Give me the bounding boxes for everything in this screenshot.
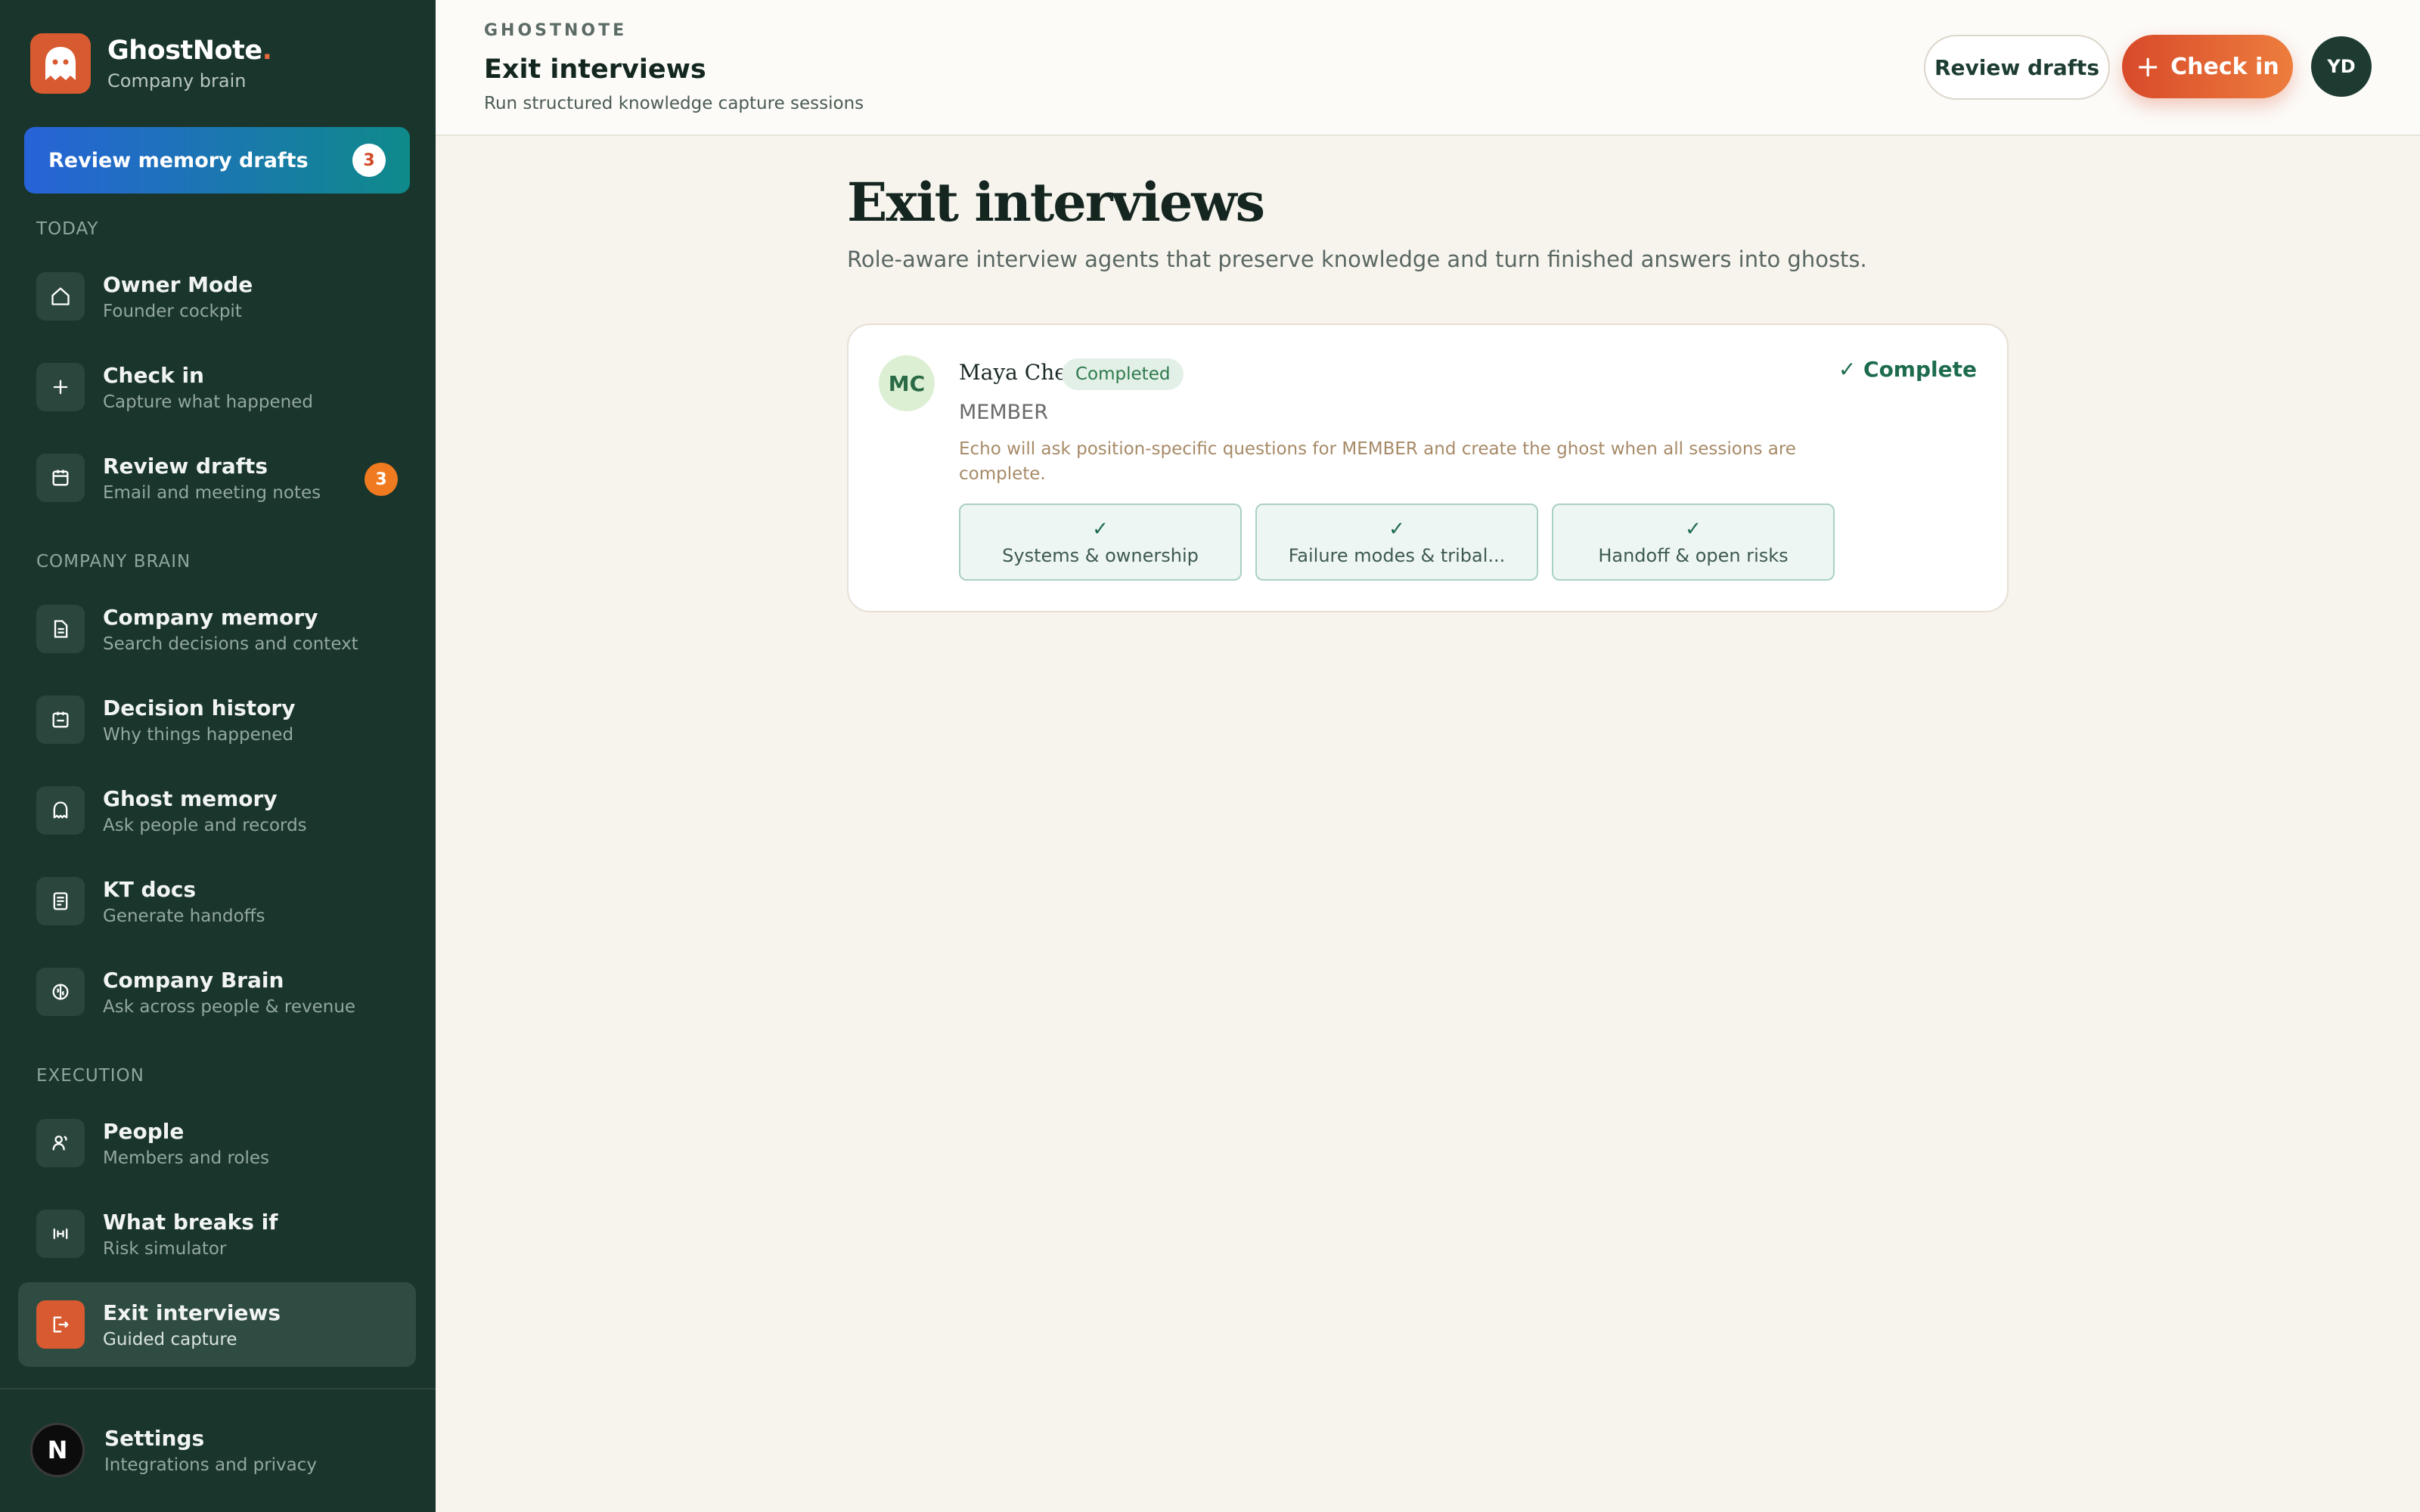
sidebar-item-sub: Risk simulator	[103, 1238, 227, 1259]
session-step-label: Handoff & open risks	[1598, 545, 1789, 566]
settings-avatar: N	[30, 1423, 85, 1477]
sidebar-item-label: KT docs	[103, 876, 197, 902]
interviewee-role: MEMBER	[959, 401, 1048, 424]
dumbbell-icon	[36, 1210, 85, 1258]
sidebar-item-sub: Generate handoffs	[103, 906, 265, 926]
sidebar-item-sub: Search decisions and context	[103, 634, 358, 654]
calendar-icon	[36, 454, 85, 502]
sidebar-item-sub: Capture what happened	[103, 392, 313, 412]
plus-icon: +	[2136, 50, 2161, 83]
file-text-icon	[36, 877, 85, 925]
review-drafts-count-badge: 3	[352, 144, 386, 177]
sidebar-item-what-breaks-if[interactable]: What breaks if Risk simulator	[18, 1191, 416, 1276]
sidebar-item-settings[interactable]: N Settings Integrations and privacy	[30, 1423, 317, 1477]
settings-sub: Integrations and privacy	[104, 1455, 318, 1475]
review-memory-drafts-label: Review memory drafts	[48, 148, 309, 172]
sidebar-item-sub: Email and meeting notes	[103, 482, 321, 503]
calendar-check-icon	[36, 696, 85, 744]
check-icon: ✓	[1092, 518, 1109, 541]
brand-name: GhostNote	[107, 36, 262, 66]
sidebar-item-kt-docs[interactable]: KT docs Generate handoffs	[18, 859, 416, 943]
avatar: MC	[879, 355, 935, 411]
sidebar-item-label: Ghost memory	[103, 785, 278, 811]
sidebar-item-label: Owner Mode	[103, 271, 253, 297]
session-step-label: Systems & ownership	[1002, 545, 1199, 566]
sidebar-item-company-memory[interactable]: Company memory Search decisions and cont…	[18, 587, 416, 671]
check-icon: ✓	[1685, 518, 1702, 541]
sidebar-item-decision-history[interactable]: Decision history Why things happened	[18, 677, 416, 762]
sidebar-item-label: What breaks if	[103, 1209, 278, 1235]
session-step-label: Failure modes & tribal...	[1288, 545, 1506, 566]
page-title: Exit interviews	[847, 171, 1265, 234]
sidebar-divider	[0, 1388, 436, 1390]
sidebar-item-people[interactable]: People Members and roles	[18, 1101, 416, 1185]
section-title-today: TODAY	[36, 219, 99, 239]
brand-dot: .	[262, 36, 272, 66]
sidebar-item-ghost-memory[interactable]: Ghost memory Ask people and records	[18, 768, 416, 853]
review-drafts-button[interactable]: Review drafts	[1924, 35, 2110, 100]
sidebar-item-label: Check in	[103, 362, 204, 388]
user-avatar[interactable]: YD	[2311, 36, 2372, 97]
sidebar-item-sub: Founder cockpit	[103, 301, 242, 321]
review-drafts-badge: 3	[365, 463, 398, 496]
session-steps: ✓ Systems & ownership ✓ Failure modes & …	[959, 503, 1835, 581]
interview-card[interactable]: MC Maya Chen Completed MEMBER Echo will …	[847, 324, 2009, 612]
plus-icon	[36, 363, 85, 411]
interview-description: Echo will ask position-specific question…	[959, 439, 1796, 484]
sidebar-item-sub: Ask across people & revenue	[103, 996, 356, 1017]
session-step-systems[interactable]: ✓ Systems & ownership	[959, 503, 1242, 581]
settings-label: Settings	[104, 1425, 205, 1451]
check-icon: ✓	[1388, 518, 1405, 541]
sidebar-item-label: Exit interviews	[103, 1300, 281, 1325]
ghost-logo-icon	[30, 33, 91, 94]
complete-link[interactable]: ✓ Complete	[1838, 357, 1977, 382]
sidebar-item-sub: Ask people and records	[103, 815, 307, 835]
page-subtitle: Role-aware interview agents that preserv…	[847, 246, 1867, 272]
sidebar-item-sub: Guided capture	[103, 1329, 237, 1349]
section-title-execution: EXECUTION	[36, 1066, 144, 1086]
users-icon	[36, 1119, 85, 1167]
sidebar-item-review-drafts[interactable]: Review drafts Email and meeting notes 3	[18, 435, 416, 520]
sidebar-item-label: People	[103, 1118, 185, 1144]
session-step-failure-modes[interactable]: ✓ Failure modes & tribal...	[1255, 503, 1538, 581]
section-title-company-brain: COMPANY BRAIN	[36, 552, 191, 572]
brand-subtitle: Company brain	[107, 70, 247, 91]
sidebar-item-label: Decision history	[103, 695, 296, 720]
home-icon	[36, 272, 85, 321]
header-eyebrow: GHOSTNOTE	[484, 21, 628, 40]
brain-icon	[36, 968, 85, 1016]
sidebar-item-sub: Members and roles	[103, 1148, 270, 1168]
sidebar: GhostNote. Company brain Review memory d…	[0, 0, 436, 1512]
header-subtitle: Run structured knowledge capture session…	[484, 94, 864, 113]
sidebar-item-label: Review drafts	[103, 453, 268, 479]
sidebar-item-sub: Why things happened	[103, 724, 294, 745]
document-icon	[36, 605, 85, 653]
sidebar-item-label: Company Brain	[103, 967, 284, 993]
brand[interactable]: GhostNote. Company brain	[30, 33, 272, 94]
sidebar-item-exit-interviews[interactable]: Exit interviews Guided capture	[18, 1282, 416, 1367]
ghost-icon	[36, 786, 85, 835]
door-exit-icon	[36, 1300, 85, 1349]
status-badge: Completed	[1062, 358, 1184, 390]
sidebar-item-owner-mode[interactable]: Owner Mode Founder cockpit	[18, 254, 416, 339]
sidebar-item-label: Company memory	[103, 604, 318, 630]
header-title: Exit interviews	[484, 54, 706, 85]
session-step-handoff[interactable]: ✓ Handoff & open risks	[1552, 503, 1835, 581]
review-memory-drafts-button[interactable]: Review memory drafts 3	[24, 127, 410, 194]
sidebar-item-company-brain[interactable]: Company Brain Ask across people & revenu…	[18, 950, 416, 1034]
sidebar-item-check-in[interactable]: Check in Capture what happened	[18, 345, 416, 429]
check-in-button[interactable]: + Check in	[2122, 35, 2293, 98]
check-in-button-label: Check in	[2170, 53, 2279, 80]
